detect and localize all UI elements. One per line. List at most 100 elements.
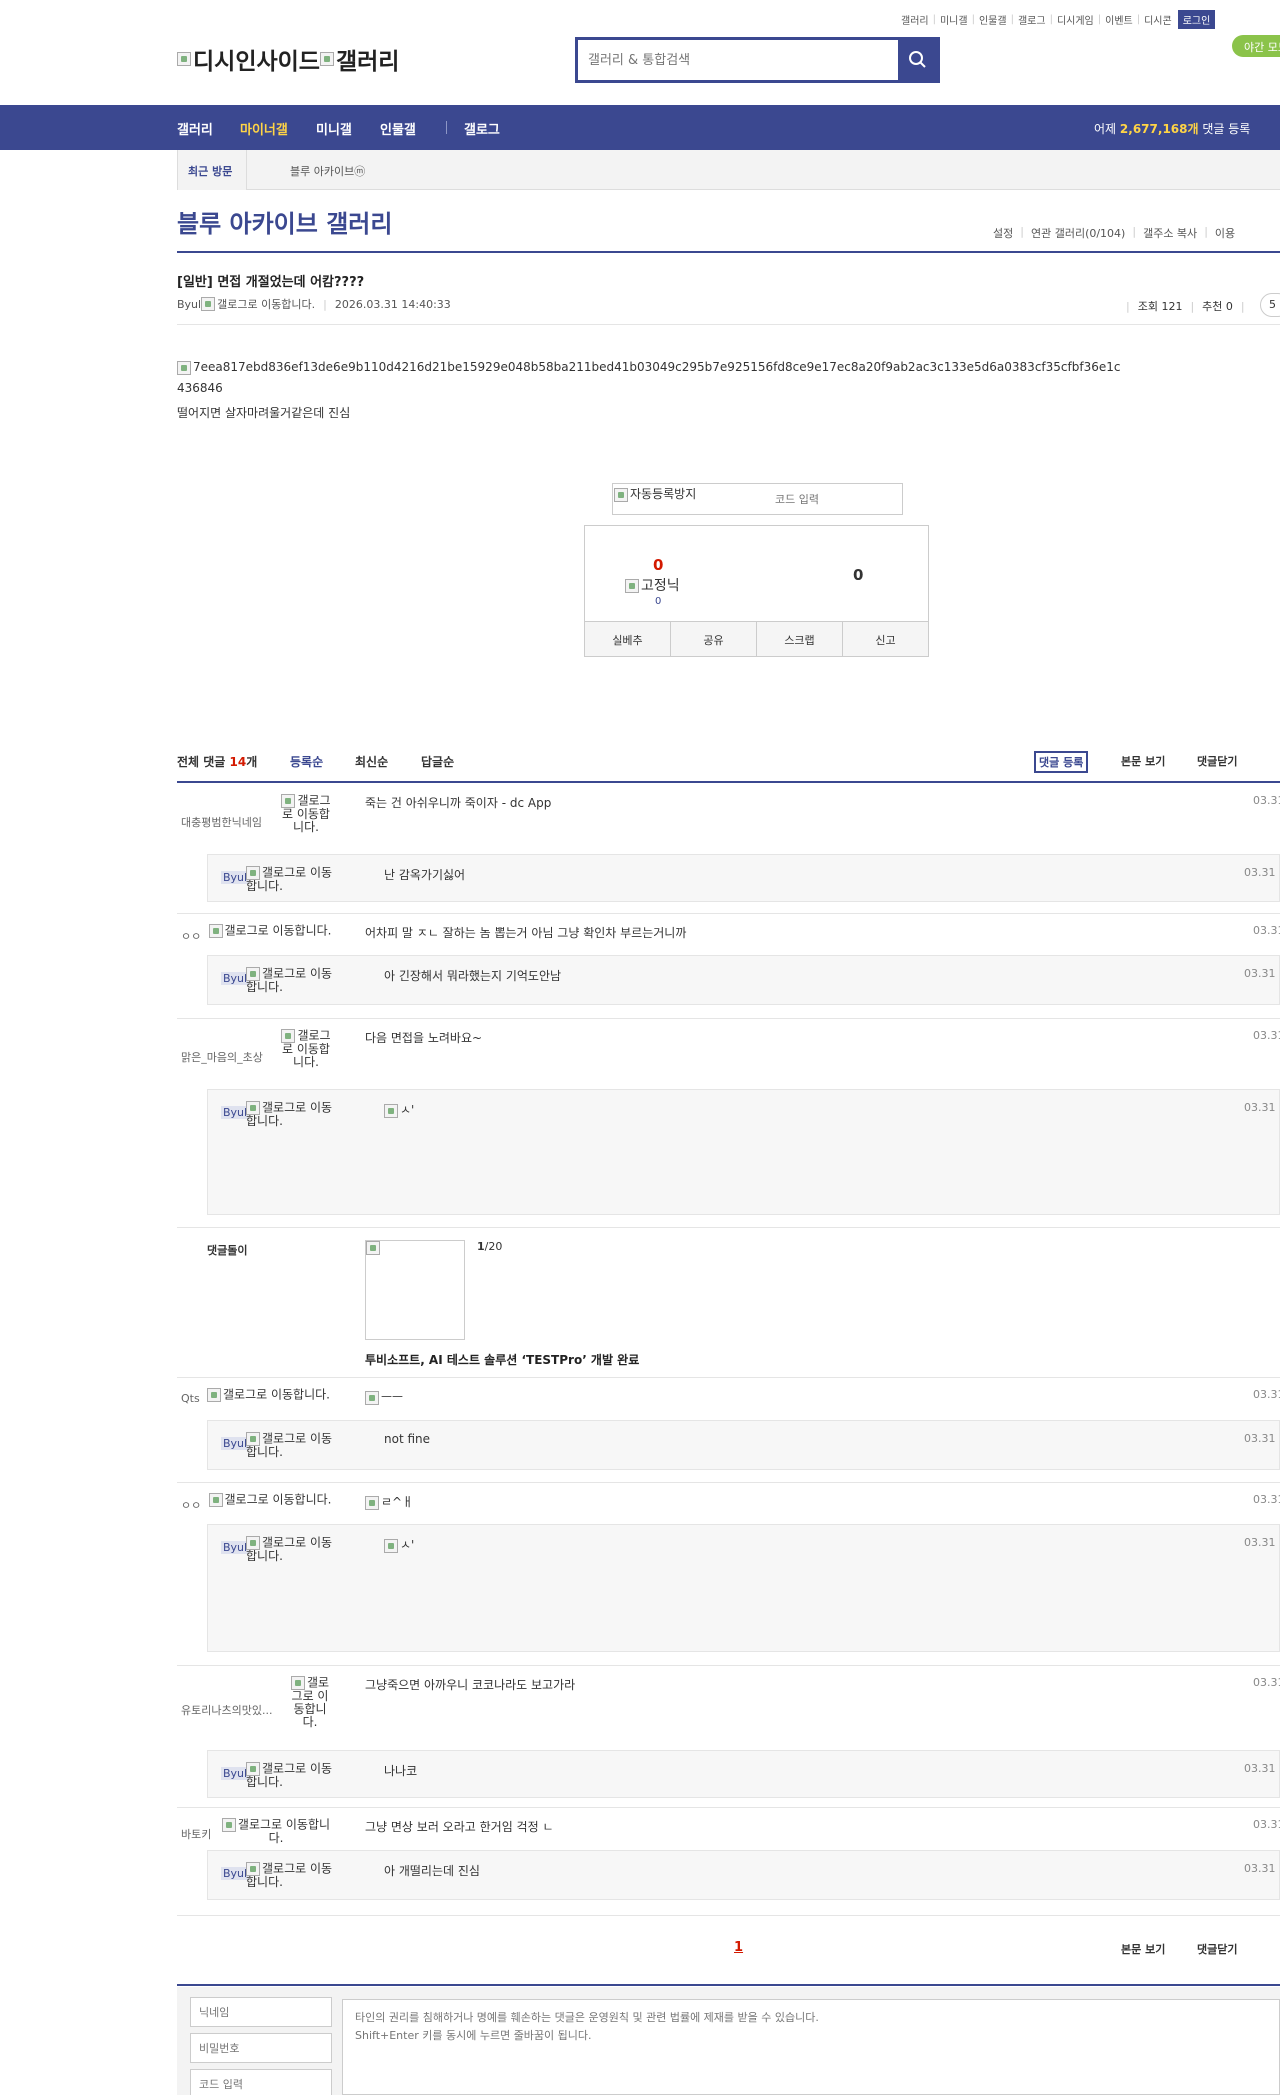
reply-nick[interactable]: Byul: [221, 1541, 250, 1554]
reply-gallog-badge[interactable]: 갤로그로 이동합니다.: [246, 1101, 342, 1128]
comment-nick[interactable]: 바토키: [181, 1826, 211, 1842]
nav-stats-prefix: 어제: [1094, 122, 1117, 136]
gallog-icon: [246, 1432, 260, 1446]
reply-nick[interactable]: Byul: [221, 1437, 250, 1450]
comment-gallog-alt: 갤로그로 이동합니다.: [224, 923, 332, 938]
reply-nick[interactable]: Byul: [221, 1867, 250, 1880]
recommend-fixed-count: 0: [655, 596, 662, 607]
nav-minor-gallery[interactable]: 마이너갤: [240, 119, 288, 138]
reply-nick[interactable]: Byul: [221, 972, 250, 985]
reply-gallog-badge[interactable]: 갤로그로 이동합니다.: [246, 967, 342, 994]
reply-text: 난 감옥가기싫어: [384, 868, 466, 882]
comment-nick[interactable]: 대충평범한닉네임: [181, 814, 262, 830]
night-mode-button[interactable]: 야간 모드: [1232, 35, 1280, 57]
reply-gallog-badge[interactable]: 갤로그로 이동합니다.: [246, 1762, 342, 1789]
top-link-dccon[interactable]: 디시콘: [1144, 12, 1172, 27]
search-input[interactable]: [578, 40, 898, 80]
reply-nick[interactable]: Byul: [221, 1767, 250, 1780]
comment-gallog-badge[interactable]: 갤로그로 이동합니다.: [217, 1818, 335, 1845]
reply-text: 나나코: [384, 1764, 418, 1778]
sort-by-latest[interactable]: 최신순: [355, 753, 388, 770]
reply-nick[interactable]: Byul: [221, 871, 250, 884]
pagination-current[interactable]: 1: [734, 1940, 743, 1955]
reply-gallog-badge[interactable]: 갤로그로 이동합니다.: [246, 1432, 342, 1459]
top-link-gallery[interactable]: 갤러리: [901, 12, 929, 27]
comment-gallog-badge[interactable]: 갤로그로 이동합니다.: [289, 1676, 331, 1729]
dccon-image-icon: [365, 1390, 379, 1405]
search-button[interactable]: [898, 40, 937, 80]
gallery-title[interactable]: 블루 아카이브 갤러리: [177, 204, 392, 239]
sort-by-replies[interactable]: 답글순: [421, 753, 454, 770]
reply-nick[interactable]: Byul: [221, 1106, 250, 1119]
captcha-image: 자동등록방지: [614, 485, 696, 502]
nav-gallery[interactable]: 갤러리: [177, 119, 213, 138]
share-button[interactable]: 공유: [671, 622, 757, 656]
reply-gallog-badge[interactable]: 갤로그로 이동합니다.: [246, 866, 342, 893]
post-image[interactable]: 7eea817ebd836ef13de6e9b110d4216d21be1592…: [177, 360, 1120, 375]
reply-item: Byul 갤로그로 이동합니다. 나나코 03.31: [207, 1750, 1280, 1798]
gallery-tools: 설정 | 연관 갤러리(0/104) | 갤주소 복사 | 이용: [993, 225, 1236, 241]
report-button[interactable]: 신고: [843, 622, 928, 656]
comment-nick[interactable]: 유토리나츠의맛있...: [181, 1702, 272, 1718]
comment-write-button[interactable]: 댓글 등록: [1034, 751, 1089, 773]
gallog-icon: [246, 967, 260, 981]
nav-person-gallery[interactable]: 인물갤: [380, 119, 416, 138]
comment-gallog-badge[interactable]: 갤로그로 이동합니다.: [201, 1388, 336, 1402]
comment-nick[interactable]: ㅇㅇ: [181, 928, 201, 944]
copy-gallery-url-link[interactable]: 갤주소 복사: [1143, 225, 1197, 241]
top-link-event[interactable]: 이벤트: [1105, 12, 1133, 27]
code-field[interactable]: [190, 2069, 332, 2095]
comment-gallog-alt: 갤로그로 이동합니다.: [223, 1387, 330, 1402]
top-link-minigal[interactable]: 미니갤: [940, 12, 968, 27]
related-gallery-link[interactable]: 연관 갤러리(0/104): [1031, 225, 1125, 241]
comment-nick[interactable]: 맑은_마음의_초상: [181, 1049, 263, 1065]
comment-nick[interactable]: Qts: [181, 1392, 200, 1405]
comment-nick[interactable]: ㅇㅇ: [181, 1497, 201, 1513]
gallery-settings-link[interactable]: 설정: [993, 225, 1013, 241]
fixed-nick-icon: [625, 579, 639, 593]
comments-total-unit: 개: [246, 755, 258, 769]
site-logo[interactable]: 디시인사이드 갤러리: [177, 42, 399, 76]
reply-gallog-badge[interactable]: 갤로그로 이동합니다.: [246, 1862, 342, 1889]
reply-gallog-badge[interactable]: 갤로그로 이동합니다.: [246, 1536, 342, 1563]
nickname-field[interactable]: [190, 1997, 332, 2027]
comments-total-count: 14: [229, 755, 247, 769]
sort-by-date[interactable]: 등록순: [290, 753, 323, 770]
ad-image[interactable]: [365, 1240, 465, 1340]
comment-date: 03.31: [1253, 1493, 1280, 1506]
post-author[interactable]: Byul: [177, 298, 201, 311]
comment-gallog-badge[interactable]: 갤로그로 이동합니다.: [277, 794, 335, 834]
nav-mini-gallery[interactable]: 미니갤: [316, 119, 352, 138]
view-body-button[interactable]: 본문 보기: [1121, 753, 1165, 769]
scrap-button[interactable]: 스크랩: [757, 622, 843, 656]
post-stats: | 조회 121 | 추천 0 |: [1126, 299, 1245, 314]
recent-visit-item[interactable]: 블루 아카이브ⓜ: [290, 163, 365, 179]
reply-date: 03.31 1: [1244, 967, 1280, 980]
password-field[interactable]: [190, 2033, 332, 2063]
ad-block: 댓글돌이 1/20 투비소프트, AI 테스트 솔루션 ‘TESTPro’ 개발…: [177, 1228, 1280, 1378]
login-button[interactable]: 로그인: [1177, 10, 1216, 29]
comment-count-button[interactable]: 5: [1260, 293, 1280, 317]
best-recommend-button[interactable]: 실베추: [585, 622, 671, 656]
comment-textarea[interactable]: [342, 1999, 1280, 2095]
reply-item: Byul 갤로그로 이동합니다. 아 개떨리는데 진심 03.31: [207, 1850, 1280, 1900]
comment-gallog-badge[interactable]: 갤로그로 이동합니다.: [205, 1493, 335, 1507]
comment-gallog-badge[interactable]: 갤로그로 이동합니다.: [277, 1029, 335, 1069]
top-link-dcgame[interactable]: 디시게임: [1057, 12, 1094, 27]
post-number-line: 436846: [177, 381, 223, 395]
top-link-gallog[interactable]: 갤로그: [1018, 12, 1046, 27]
recent-visit-bar: 최근 방문 블루 아카이브ⓜ: [177, 150, 1280, 190]
view-body-button-bottom[interactable]: 본문 보기: [1121, 1941, 1165, 1957]
nav-gallog[interactable]: 갤로그: [464, 119, 500, 138]
captcha-input[interactable]: [763, 489, 893, 509]
close-comments-button-bottom[interactable]: 댓글닫기: [1197, 1941, 1237, 1957]
comment-gallog-badge[interactable]: 갤로그로 이동합니다.: [205, 924, 335, 938]
ad-title[interactable]: 투비소프트, AI 테스트 솔루션 ‘TESTPro’ 개발 완료: [365, 1351, 639, 1368]
gallog-icon[interactable]: [201, 297, 216, 311]
gallery-usage-link[interactable]: 이용: [1215, 225, 1235, 241]
close-comments-button[interactable]: 댓글닫기: [1197, 753, 1237, 769]
recommend-up-count[interactable]: 0: [653, 556, 663, 574]
recommend-down-count[interactable]: 0: [853, 566, 863, 584]
comment-item: 맑은_마음의_초상 갤로그로 이동합니다. 다음 면접을 노려바요~ 03.31…: [177, 1019, 1280, 1228]
top-link-person[interactable]: 인물갤: [979, 12, 1007, 27]
